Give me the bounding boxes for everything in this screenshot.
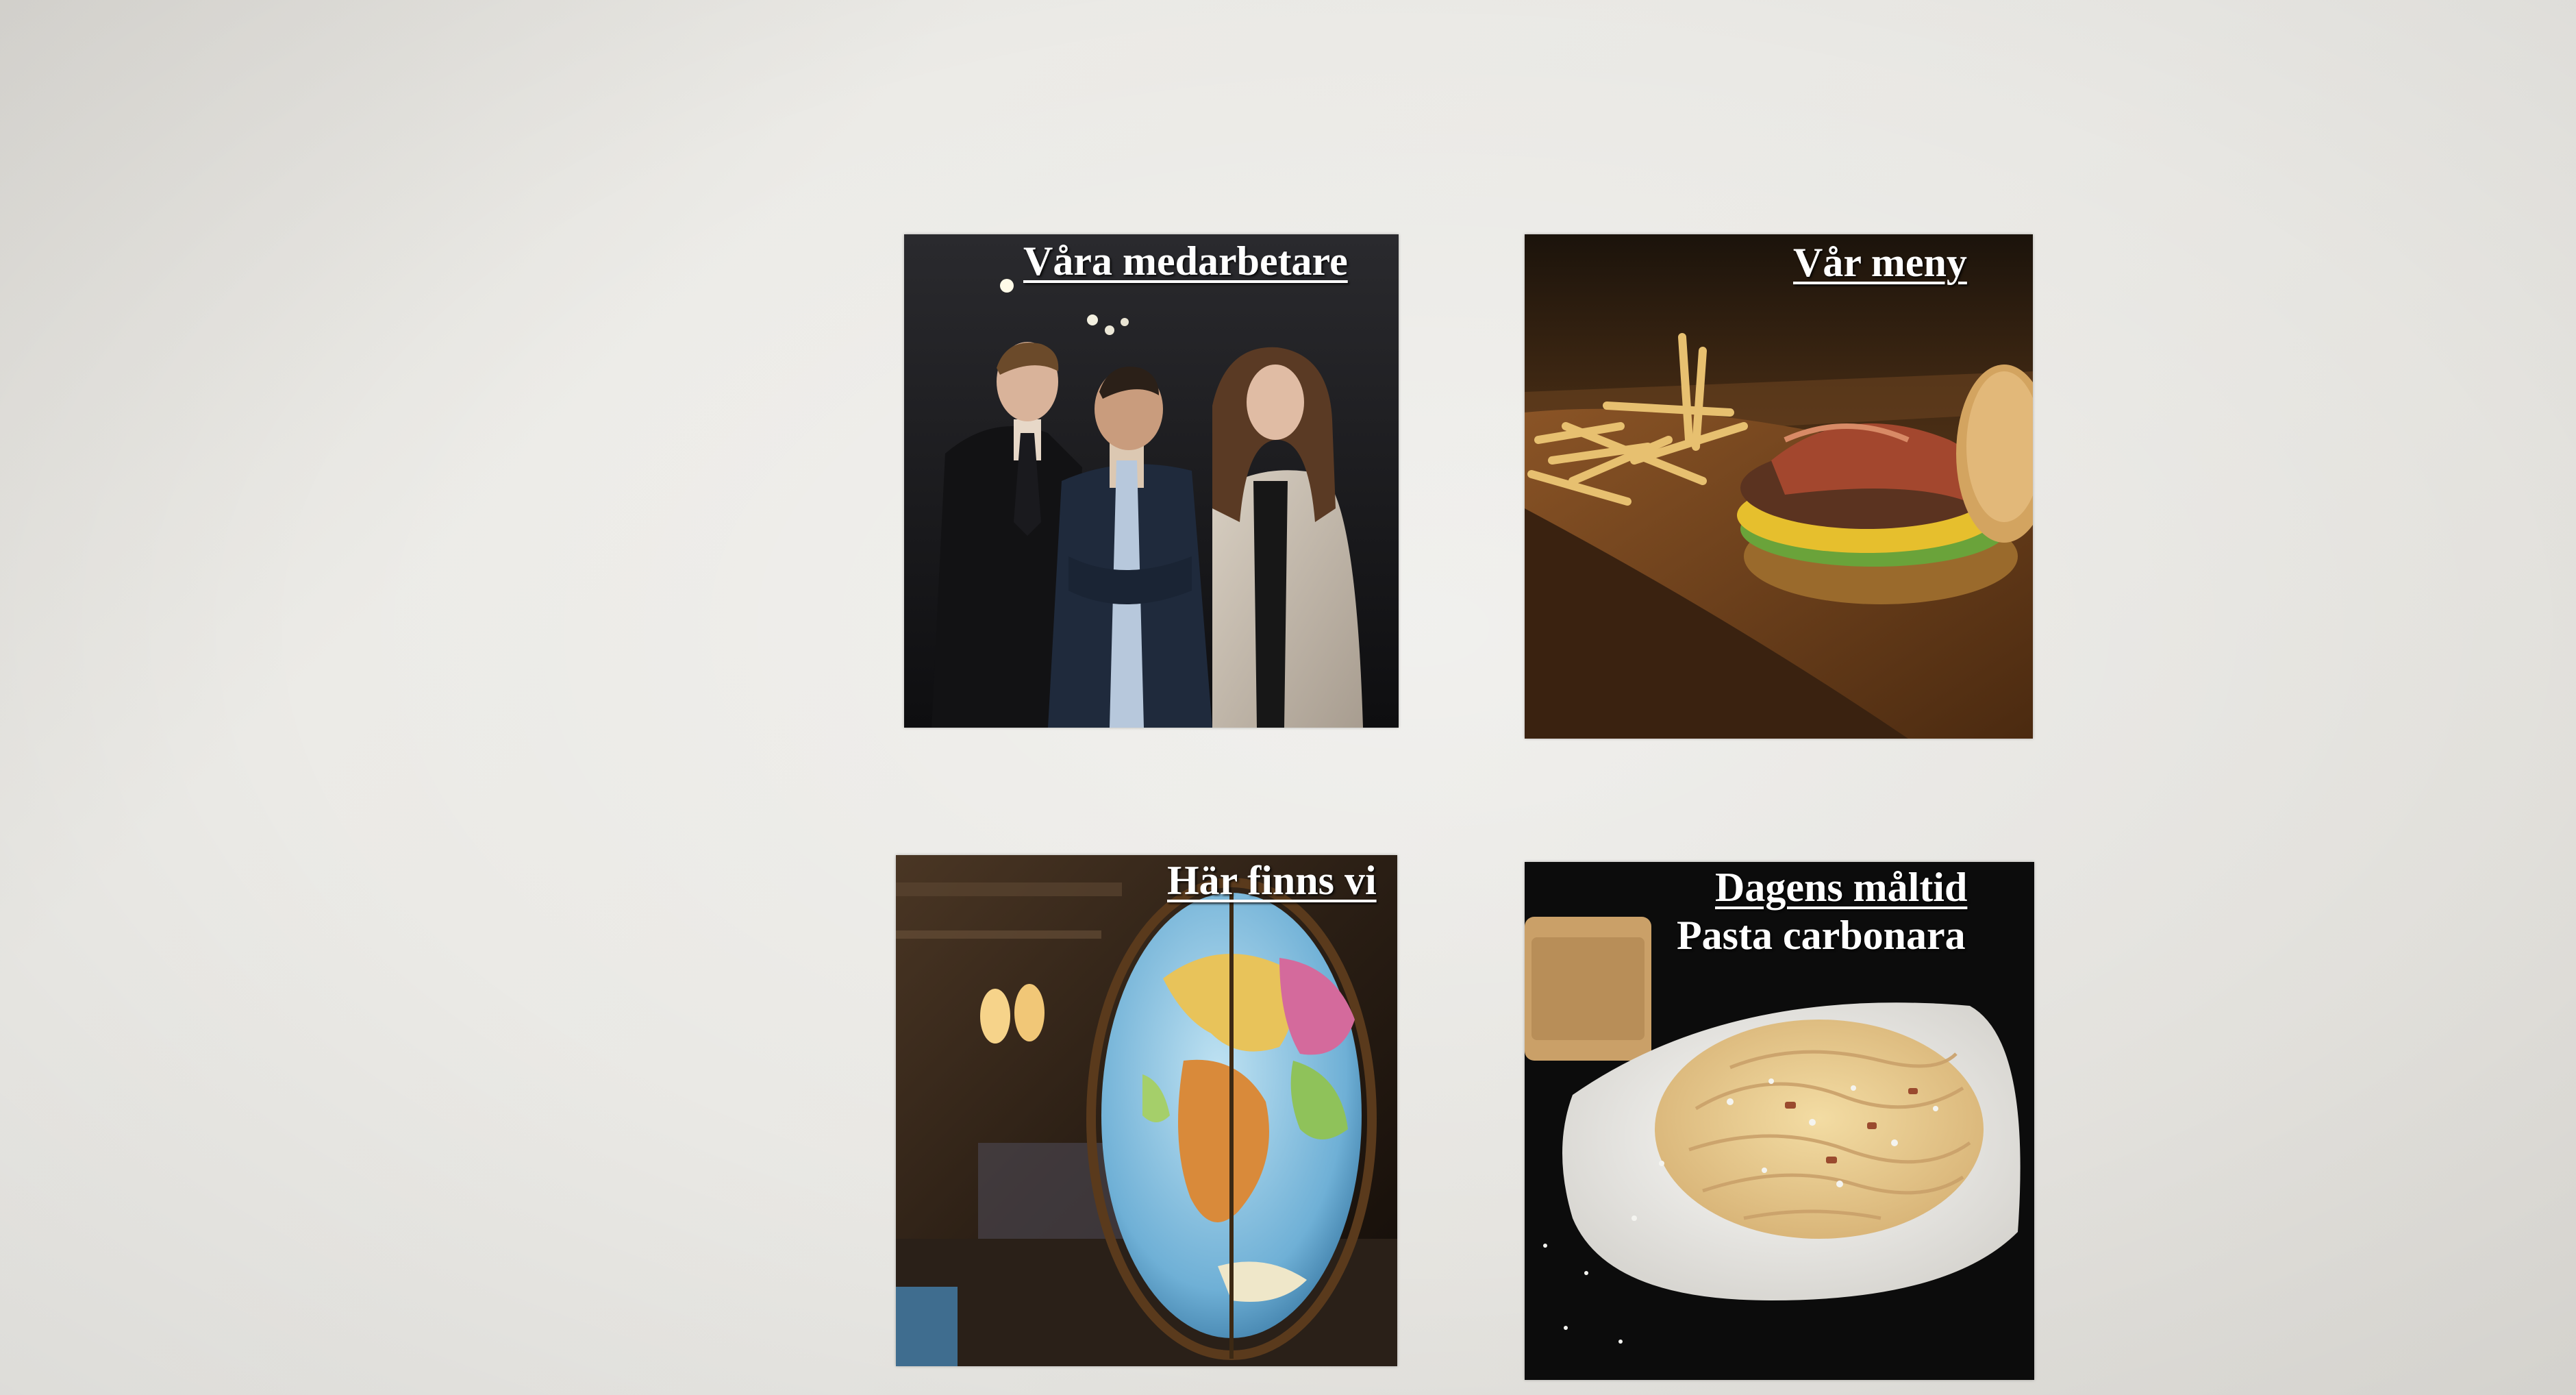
- globe-photo: [896, 855, 1397, 1366]
- tile-location[interactable]: Här finns vi: [896, 855, 1397, 1366]
- tile-staff[interactable]: Våra medarbetare: [904, 234, 1399, 728]
- daily-meal-link[interactable]: Dagens måltid: [1715, 866, 1967, 909]
- menu-link[interactable]: Vår meny: [1793, 241, 1967, 284]
- staff-photo: [904, 234, 1399, 728]
- burger-and-fries-photo: [1525, 234, 2033, 739]
- tile-menu[interactable]: Vår meny: [1525, 234, 2033, 739]
- location-link[interactable]: Här finns vi: [1167, 859, 1377, 902]
- tile-daily-meal[interactable]: Dagens måltid Pasta carbonara: [1525, 862, 2034, 1380]
- staff-link[interactable]: Våra medarbetare: [1023, 240, 1348, 283]
- daily-dish-name: Pasta carbonara: [1677, 913, 1966, 958]
